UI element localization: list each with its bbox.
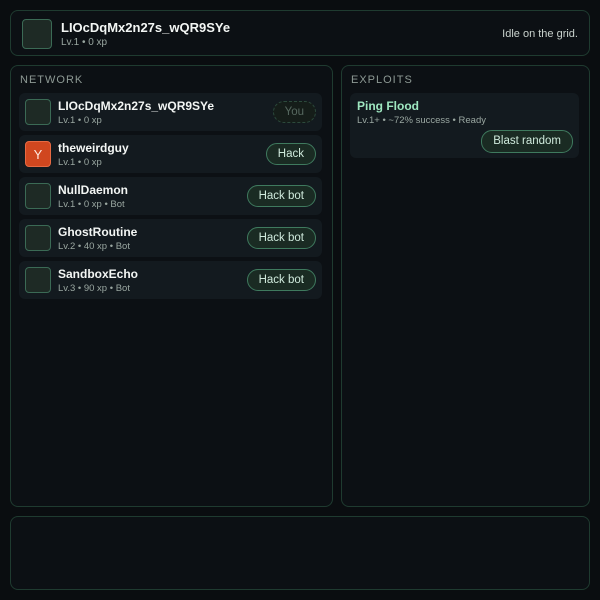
- blast-random-button[interactable]: Blast random: [481, 130, 573, 153]
- activity-log-panel: [10, 516, 590, 590]
- exploit-name: Ping Flood: [357, 99, 419, 113]
- avatar: [25, 99, 51, 125]
- player-status: Idle on the grid.: [502, 28, 578, 40]
- you-badge: You: [272, 101, 316, 123]
- exploits-panel: EXPLOITS Ping Flood Lv.1+ • ~72% success…: [341, 65, 590, 507]
- network-row-self: LIOcDqMx2n27s_wQR9SYe Lv.1 • 0 xp You: [19, 93, 322, 131]
- player-meta: Lv.1 • 0 xp: [58, 157, 102, 168]
- player-meta: Lv.1 • 0 xp • Bot: [58, 199, 125, 210]
- avatar: [25, 267, 51, 293]
- hack-bot-button[interactable]: Hack bot: [246, 185, 316, 207]
- network-row-theweirdguy: Y theweirdguy Lv.1 • 0 xp Hack: [19, 135, 322, 173]
- player-name: theweirdguy: [58, 141, 129, 155]
- player-meta: Lv.2 • 40 xp • Bot: [58, 241, 130, 252]
- network-row-nulldaemon: NullDaemon Lv.1 • 0 xp • Bot Hack bot: [19, 177, 322, 215]
- player-avatar: [22, 19, 52, 49]
- avatar: Y: [25, 141, 51, 167]
- network-panel: NETWORK LIOcDqMx2n27s_wQR9SYe Lv.1 • 0 x…: [10, 65, 333, 507]
- player-name: GhostRoutine: [58, 225, 138, 239]
- network-title: NETWORK: [20, 74, 84, 86]
- exploit-meta: Lv.1+ • ~72% success • Ready: [357, 115, 486, 126]
- network-row-sandboxecho: SandboxEcho Lv.3 • 90 xp • Bot Hack bot: [19, 261, 322, 299]
- avatar: [25, 225, 51, 251]
- hack-bot-button[interactable]: Hack bot: [246, 227, 316, 249]
- exploit-card-ping-flood: Ping Flood Lv.1+ • ~72% success • Ready …: [350, 93, 579, 158]
- avatar: [25, 183, 51, 209]
- hack-button[interactable]: Hack: [265, 143, 316, 165]
- player-name: LIOcDqMx2n27s_wQR9SYe: [58, 99, 215, 113]
- player-level-xp: Lv.1 • 0 xp: [61, 37, 108, 48]
- player-name: LIOcDqMx2n27s_wQR9SYe: [61, 20, 231, 35]
- player-meta: Lv.3 • 90 xp • Bot: [58, 283, 130, 294]
- network-row-ghostroutine: GhostRoutine Lv.2 • 40 xp • Bot Hack bot: [19, 219, 322, 257]
- exploits-title: EXPLOITS: [351, 74, 413, 86]
- hack-bot-button[interactable]: Hack bot: [246, 269, 316, 291]
- player-name: SandboxEcho: [58, 267, 139, 281]
- player-meta: Lv.1 • 0 xp: [58, 115, 102, 126]
- player-name: NullDaemon: [58, 183, 129, 197]
- player-header: LIOcDqMx2n27s_wQR9SYe Lv.1 • 0 xp Idle o…: [10, 10, 590, 56]
